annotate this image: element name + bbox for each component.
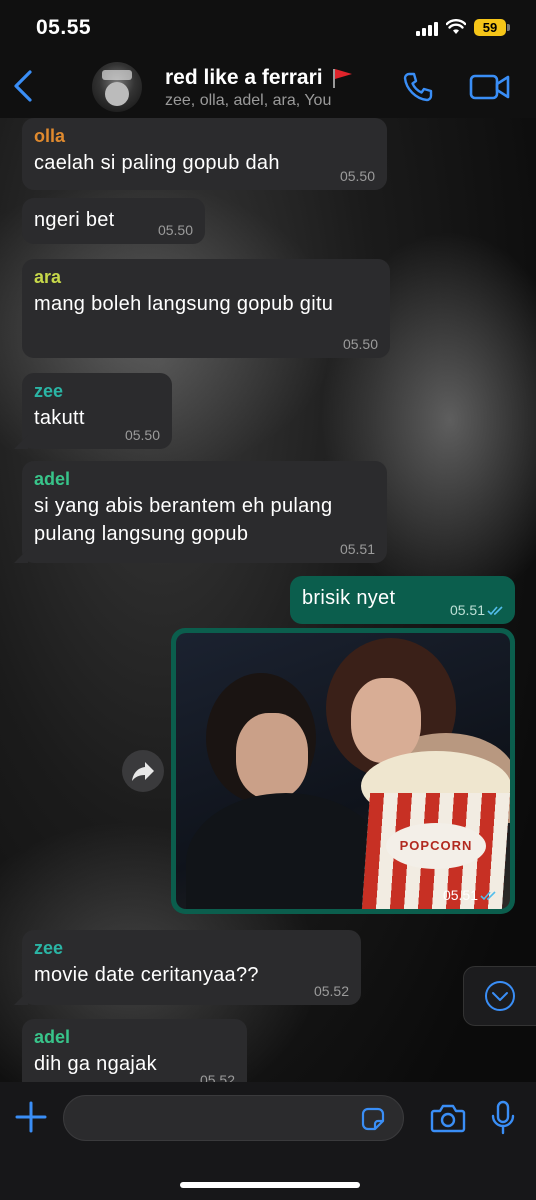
- camera-icon: [430, 1104, 466, 1133]
- message-sender: adel: [34, 1027, 71, 1047]
- avatar-graphic: [102, 70, 132, 80]
- message-time: 05.51: [442, 887, 478, 903]
- photo-person: [186, 793, 386, 909]
- battery-tip: [507, 24, 510, 31]
- message-time: 05.51: [449, 602, 485, 618]
- message-time: 05.50: [157, 222, 193, 238]
- message-bubble[interactable]: adel si yang abis berantem eh pulang pul…: [14, 461, 387, 563]
- chat-header: red like a ferrari zee, olla, adel, ara,…: [0, 56, 536, 118]
- voice-call-button[interactable]: [401, 70, 435, 104]
- message-text: mang boleh langsung gopub gitu: [34, 293, 334, 315]
- microphone-icon: [491, 1100, 515, 1135]
- message-sender: ara: [34, 267, 62, 287]
- chat-title[interactable]: red like a ferrari: [165, 66, 354, 90]
- message-input[interactable]: [63, 1095, 404, 1141]
- sticker-icon: [361, 1107, 385, 1131]
- message-time: 05.50: [342, 336, 378, 352]
- message-time: 05.50: [124, 427, 160, 443]
- signal-icon: [416, 22, 438, 36]
- message-time: 05.51: [339, 541, 375, 557]
- photo-message[interactable]: POPCORN 05.51: [171, 628, 515, 914]
- video-call-button[interactable]: [469, 72, 511, 102]
- message-time: 05.50: [339, 168, 375, 184]
- message-sender: olla: [34, 126, 66, 146]
- message-bubble[interactable]: ara mang boleh langsung gopub gitu 05.50: [22, 259, 390, 358]
- bubble-tail: [14, 435, 28, 449]
- wifi-icon: [446, 19, 466, 35]
- back-chevron-icon: [14, 70, 32, 102]
- phone-icon: [403, 72, 433, 102]
- triangular-flag-icon: [330, 67, 354, 89]
- scroll-to-bottom-button[interactable]: [463, 966, 536, 1026]
- sticker-button[interactable]: [360, 1106, 386, 1132]
- message-bubble[interactable]: ngeri bet 05.50: [22, 198, 205, 244]
- photo-person: [351, 678, 421, 763]
- message-sender: zee: [34, 381, 64, 401]
- forward-button[interactable]: [122, 750, 164, 792]
- chat-members[interactable]: zee, olla, adel, ara, You: [165, 92, 331, 110]
- status-bar: 05.55 59: [0, 0, 536, 56]
- plus-icon: [15, 1101, 47, 1133]
- message-bubble[interactable]: olla caelah si paling gopub dah 05.50: [22, 118, 387, 190]
- read-receipt-icon: [480, 891, 498, 901]
- attach-button[interactable]: [14, 1100, 48, 1134]
- message-text: caelah si paling gopub dah: [34, 152, 280, 174]
- camera-button[interactable]: [430, 1102, 466, 1134]
- message-bubble[interactable]: zee movie date ceritanyaa?? 05.52: [14, 930, 361, 1005]
- popcorn-label: POPCORN: [386, 823, 486, 869]
- home-indicator[interactable]: [180, 1182, 360, 1188]
- status-time: 05.55: [36, 16, 92, 39]
- message-bubble[interactable]: adel dih ga ngajak 05.52: [22, 1019, 247, 1082]
- message-text: si yang abis berantem eh pulang pulang l…: [34, 495, 333, 545]
- compose-bar: [0, 1082, 536, 1200]
- bubble-tail: [14, 549, 28, 563]
- microphone-button[interactable]: [490, 1100, 516, 1136]
- photo-person: [236, 713, 308, 799]
- message-list[interactable]: olla caelah si paling gopub dah 05.50 ng…: [0, 118, 536, 1082]
- message-bubble[interactable]: zee takutt 05.50: [14, 373, 172, 449]
- message-time: 05.52: [313, 983, 349, 999]
- message-sender: zee: [34, 938, 64, 958]
- battery-icon: 59: [474, 19, 506, 36]
- group-avatar[interactable]: [92, 62, 142, 112]
- avatar-graphic: [105, 82, 129, 106]
- video-camera-icon: [469, 74, 510, 100]
- forward-arrow-icon: [132, 762, 154, 781]
- message-bubble-outgoing[interactable]: brisik nyet 05.51: [290, 576, 515, 624]
- message-text: movie date ceritanyaa??: [34, 964, 259, 986]
- bubble-tail: [14, 991, 28, 1005]
- shared-photo[interactable]: POPCORN 05.51: [176, 633, 510, 909]
- chat-title-text: red like a ferrari: [165, 66, 323, 89]
- read-receipt-icon: [487, 606, 505, 616]
- message-sender: adel: [34, 469, 71, 489]
- chevron-down-circle-icon: [485, 981, 515, 1011]
- message-time: 05.52: [199, 1072, 235, 1082]
- back-button[interactable]: [10, 66, 40, 106]
